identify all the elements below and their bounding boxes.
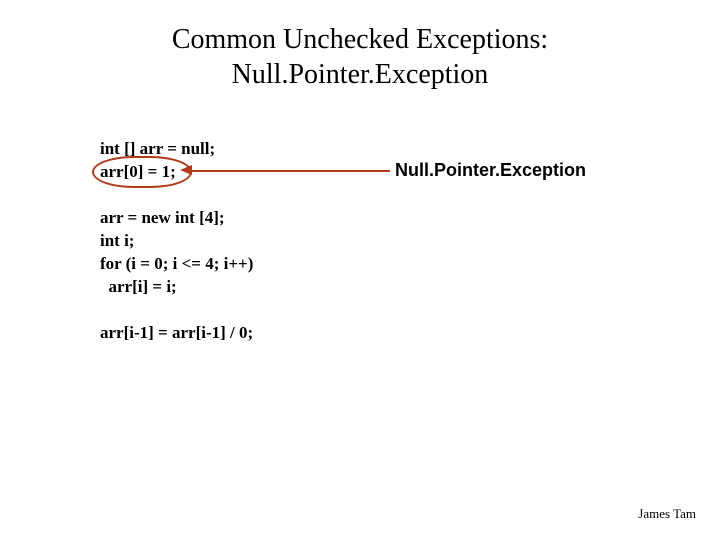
exception-callout: Null.Pointer.Exception — [395, 160, 586, 181]
code-line: arr[i-1] = arr[i-1] / 0; — [100, 322, 253, 345]
code-line: int [] arr = null; — [100, 138, 253, 161]
code-line: arr = new int [4]; — [100, 207, 253, 230]
code-line: arr[0] = 1; — [100, 161, 253, 184]
code-line: for (i = 0; i <= 4; i++) — [100, 253, 253, 276]
slide: Common Unchecked Exceptions: Null.Pointe… — [0, 0, 720, 540]
slide-title: Common Unchecked Exceptions: Null.Pointe… — [0, 22, 720, 92]
title-line-2: Null.Pointer.Exception — [232, 59, 489, 90]
arrow-line — [190, 170, 390, 172]
code-line: arr[i] = i; — [100, 276, 253, 299]
arrow-head-icon — [180, 165, 192, 175]
author-footer: James Tam — [638, 506, 696, 522]
title-line-1: Common Unchecked Exceptions: — [172, 24, 548, 55]
code-line: int i; — [100, 230, 253, 253]
code-gap — [100, 299, 253, 322]
code-gap — [100, 184, 253, 207]
code-block: int [] arr = null; arr[0] = 1; arr = new… — [100, 138, 253, 344]
